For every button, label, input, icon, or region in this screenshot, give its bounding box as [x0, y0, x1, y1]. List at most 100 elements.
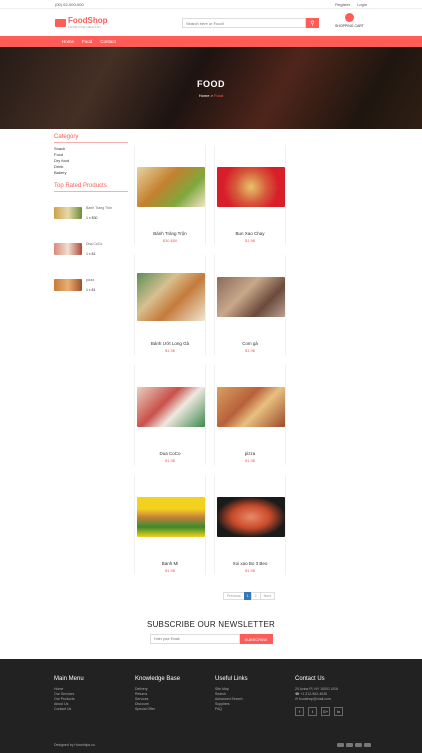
footer-knowledge-base: Knowledge Base Delivery Returns Services… [135, 676, 180, 712]
register-link[interactable]: Register [335, 2, 350, 7]
footer-contact: Contact Us 20 Avina Pl, NY 10001 USA ☎ +… [295, 676, 347, 716]
footer-useful-links: Useful Links Site Map Search Advanced Se… [215, 676, 248, 712]
google-plus-icon[interactable]: G+ [321, 707, 330, 716]
facebook-icon[interactable]: f [295, 707, 304, 716]
newsletter-title: SUBSCRIBE OUR NEWSLETTER [147, 620, 275, 629]
subscribe-button[interactable]: SUBSCRIBE [239, 634, 273, 644]
site-header: FoodShop FOOD FOR HEALTHY ⚲ SHOPPING CAR… [0, 9, 422, 36]
nav-item-home[interactable]: Home [62, 39, 74, 44]
payment-icons [337, 743, 373, 747]
product-name[interactable]: Bánh Tráng Trộn [135, 231, 205, 236]
product-card[interactable]: Banh Mi $1.9$ [134, 475, 206, 575]
contact-phone: +1 212-962-4026 [300, 692, 328, 696]
top-rated-name[interactable]: Bánh Tráng Trộn [86, 206, 112, 210]
login-link[interactable]: Login [357, 2, 367, 7]
product-card[interactable]: Xoi xao Bo 3 Beo $1.9$ [214, 475, 286, 575]
youtube-icon[interactable]: in [334, 707, 343, 716]
amex-icon [364, 743, 371, 747]
shopping-cart[interactable]: SHOPPING CART [335, 13, 364, 28]
breadcrumb: Home > Food [199, 93, 223, 98]
product-image[interactable] [137, 167, 205, 207]
product-image[interactable] [137, 387, 205, 427]
product-price: $1.9$ [164, 348, 175, 353]
pagination-next[interactable]: Next [259, 592, 275, 600]
top-rated-item[interactable]: Bánh Tráng Trộn 1 x $30 [54, 195, 128, 231]
search-button[interactable]: ⚲ [306, 18, 319, 28]
footer-link[interactable]: Special Offer [135, 707, 180, 712]
product-card[interactable]: Bun Xao Chay $1.9$ [214, 145, 286, 245]
product-card[interactable]: Bánh Tráng Trộn $30 $50 [134, 145, 206, 245]
product-price: $1.9$ [244, 348, 255, 353]
logo-cart-icon [55, 18, 66, 27]
search-bar: ⚲ [182, 18, 319, 28]
footer-heading: Useful Links [215, 676, 248, 682]
top-rated-price: 1 x $1 [86, 252, 96, 256]
product-image[interactable] [217, 167, 285, 207]
nav-item-contact[interactable]: Contact [100, 39, 116, 44]
newsletter-section: SUBSCRIBE OUR NEWSLETTER SUBSCRIBE [0, 620, 422, 644]
search-input[interactable] [182, 18, 306, 28]
contact-email[interactable]: foodshop@mail.com [299, 697, 331, 701]
category-item[interactable]: Bakery [54, 170, 128, 176]
shopping-bag-icon [344, 13, 354, 22]
product-thumbnail[interactable] [54, 207, 82, 219]
product-name[interactable]: Com gà [215, 341, 285, 346]
search-icon: ⚲ [310, 20, 315, 27]
product-image[interactable] [137, 497, 205, 537]
twitter-icon[interactable]: t [308, 707, 317, 716]
product-price: $30 $50 [162, 238, 178, 243]
top-rated-price: 1 x $1 [86, 288, 96, 292]
product-card[interactable]: pizza $1.9$ [214, 365, 286, 465]
logo-title: FoodShop [68, 15, 108, 25]
product-name[interactable]: Bun Xao Chay [215, 231, 285, 236]
product-price: $1.9$ [164, 568, 175, 573]
product-image[interactable] [217, 387, 285, 427]
logo-tagline: FOOD FOR HEALTHY [68, 24, 102, 29]
pagination-prev[interactable]: Previous [223, 592, 245, 600]
nav-item-food[interactable]: Food [82, 39, 92, 44]
product-price: $1.9$ [164, 458, 175, 463]
product-name[interactable]: Bánh Ướt Long Gà [135, 341, 205, 346]
sidebar: Category Snack Food Dry food Drink Baker… [54, 134, 128, 303]
top-rated-item[interactable]: Dua CoCo 1 x $1 [54, 231, 128, 267]
footer-link[interactable]: FAQ [215, 707, 248, 712]
top-rated-name[interactable]: pizza [86, 278, 96, 282]
product-thumbnail[interactable] [54, 279, 82, 291]
pagination: Previous 1 2 Next [223, 592, 275, 600]
product-image[interactable] [217, 277, 285, 317]
product-price: $1.9$ [244, 238, 255, 243]
visa-icon [337, 743, 344, 747]
product-name[interactable]: Banh Mi [135, 561, 205, 566]
top-rated-item[interactable]: pizza 1 x $1 [54, 267, 128, 303]
top-bar: (00) 62-000-000 Register Login [0, 0, 422, 9]
page-title: FOOD [197, 78, 225, 89]
product-image[interactable] [217, 497, 285, 537]
product-card[interactable]: Dua CoCo $1.9$ [134, 365, 206, 465]
phone-number: (00) 62-000-000 [55, 1, 84, 7]
footer-heading: Main Menu [54, 676, 84, 682]
breadcrumb-home[interactable]: Home [199, 93, 210, 98]
top-rated-name[interactable]: Dua CoCo [86, 242, 102, 246]
product-name[interactable]: Dua CoCo [135, 451, 205, 456]
footer-heading: Contact Us [295, 676, 325, 682]
category-title: Category [54, 134, 128, 143]
product-image[interactable] [137, 273, 205, 321]
newsletter-email-input[interactable] [149, 634, 240, 644]
top-rated-price: 1 x $30 [86, 216, 98, 220]
paypal-icon [355, 743, 362, 747]
social-links: f t G+ in [295, 707, 347, 716]
mastercard-icon [346, 743, 353, 747]
top-rated-title: Top Rated Products [54, 183, 128, 192]
main-nav: Home Food Contact [0, 36, 422, 47]
logo[interactable]: FoodShop FOOD FOR HEALTHY [55, 15, 108, 29]
site-footer: Main Menu Home Our Services Our Products… [0, 659, 422, 753]
product-card[interactable]: Bánh Ướt Long Gà $1.9$ [134, 255, 206, 355]
product-name[interactable]: pizza [215, 451, 285, 456]
product-price: $1.9$ [244, 568, 255, 573]
footer-link[interactable]: Contact Us [54, 707, 84, 712]
product-thumbnail[interactable] [54, 243, 82, 255]
hero-banner: FOOD Home > Food [0, 47, 422, 129]
product-name[interactable]: Xoi xao Bo 3 Beo [215, 561, 285, 566]
product-card[interactable]: Com gà $1.9$ [214, 255, 286, 355]
footer-heading: Knowledge Base [135, 676, 181, 682]
